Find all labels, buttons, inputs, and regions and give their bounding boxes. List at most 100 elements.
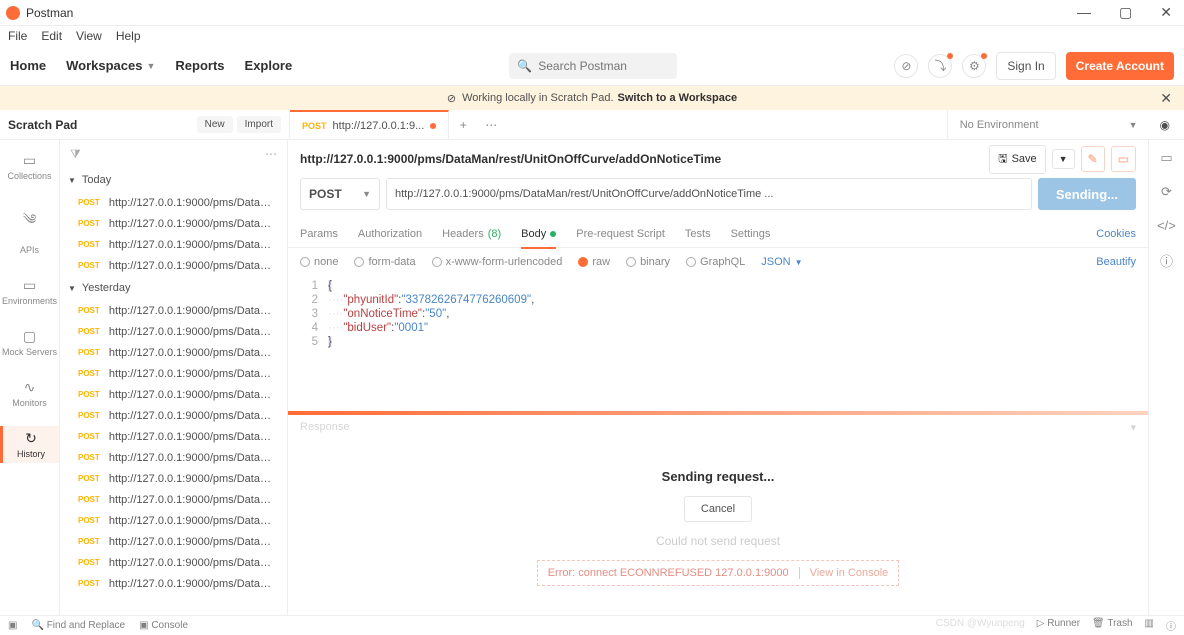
tab-body[interactable]: Body xyxy=(521,220,556,248)
history-item[interactable]: POSThttp://127.0.0.1:9000/pms/DataMa... xyxy=(60,213,287,234)
find-replace[interactable]: 🔍 Find and Replace xyxy=(31,620,125,631)
body-binary[interactable]: binary xyxy=(626,256,670,268)
history-item[interactable]: POSThttp://127.0.0.1:9000/pms/DataMa... xyxy=(60,342,287,363)
cancel-button[interactable]: Cancel xyxy=(684,496,752,522)
could-not-send: Could not send request xyxy=(656,534,780,548)
nav-workspaces[interactable]: Workspaces▼ xyxy=(66,58,155,73)
create-account-button[interactable]: Create Account xyxy=(1066,52,1174,80)
history-item[interactable]: POSThttp://127.0.0.1:9000/pms/DataMa... xyxy=(60,531,287,552)
body-none[interactable]: none xyxy=(300,256,338,268)
history-icon: ↻ xyxy=(25,430,37,447)
search-input[interactable] xyxy=(538,59,668,73)
history-item[interactable]: POSThttp://127.0.0.1:9000/pms/DataMa... xyxy=(60,405,287,426)
banner-close-icon[interactable]: ✕ xyxy=(1160,90,1172,107)
nav-home[interactable]: Home xyxy=(10,58,46,73)
import-button[interactable]: Import xyxy=(237,116,281,133)
console-toggle[interactable]: ▣ Console xyxy=(139,620,188,631)
history-item[interactable]: POSThttp://127.0.0.1:9000/pms/DataMa... xyxy=(60,384,287,405)
tab-prereq[interactable]: Pre-request Script xyxy=(576,220,665,248)
history-item[interactable]: POSThttp://127.0.0.1:9000/pms/DataMa... xyxy=(60,321,287,342)
history-item[interactable]: POSThttp://127.0.0.1:9000/pms/DataMa... xyxy=(60,489,287,510)
body-format-select[interactable]: JSON ▼ xyxy=(761,256,802,268)
tab-auth[interactable]: Authorization xyxy=(358,220,422,248)
history-item[interactable]: POSThttp://127.0.0.1:9000/pms/DataMa... xyxy=(60,192,287,213)
body-raw[interactable]: raw xyxy=(578,256,610,268)
body-xwww[interactable]: x-www-form-urlencoded xyxy=(432,256,563,268)
history-group-today[interactable]: ▼Today xyxy=(60,168,287,192)
nav-collections[interactable]: ▭Collections xyxy=(0,148,59,185)
tab-headers[interactable]: Headers (8) xyxy=(442,220,501,248)
env-quicklook-icon[interactable]: ◉ xyxy=(1160,118,1170,132)
history-group-yesterday[interactable]: ▼Yesterday xyxy=(60,276,287,300)
filter-icon[interactable]: ⧩ xyxy=(70,147,81,162)
tab-menu-icon[interactable]: ⋯ xyxy=(477,118,505,132)
history-item[interactable]: POSThttp://127.0.0.1:9000/pms/DataMa... xyxy=(60,468,287,489)
method-selector[interactable]: POST▼ xyxy=(300,178,380,210)
cookies-link[interactable]: Cookies xyxy=(1096,228,1136,240)
edit-icon[interactable]: ✎ xyxy=(1081,146,1105,172)
help-icon[interactable]: ⓘ xyxy=(1166,618,1176,633)
settings-icon[interactable]: ⚙ xyxy=(962,54,986,78)
history-item[interactable]: POSThttp://127.0.0.1:9000/pms/DataMa... xyxy=(60,552,287,573)
save-button[interactable]: 🖫Save xyxy=(989,145,1045,174)
nav-monitors[interactable]: ∿Monitors xyxy=(0,375,59,412)
nav-reports[interactable]: Reports xyxy=(175,58,224,73)
code-icon[interactable]: </> xyxy=(1157,218,1176,233)
history-item[interactable]: POSThttp://127.0.0.1:9000/pms/DataMa... xyxy=(60,255,287,276)
history-item[interactable]: POSThttp://127.0.0.1:9000/pms/DataMa... xyxy=(60,363,287,384)
runner-toggle[interactable]: ▷ Runner xyxy=(1037,618,1080,633)
body-dot-icon xyxy=(550,231,556,237)
menu-view[interactable]: View xyxy=(76,29,102,43)
nav-environments[interactable]: ▭Environments xyxy=(0,273,59,310)
send-button[interactable]: Sending... xyxy=(1038,178,1136,210)
history-item[interactable]: POSThttp://127.0.0.1:9000/pms/DataMa... xyxy=(60,573,287,594)
nav-apis[interactable]: ༄APIs xyxy=(0,199,59,259)
history-item[interactable]: POSThttp://127.0.0.1:9000/pms/DataMa... xyxy=(60,234,287,255)
tab-settings[interactable]: Settings xyxy=(731,220,771,248)
info-icon[interactable]: ⓘ xyxy=(1160,251,1173,270)
history-list[interactable]: ▼Today POSThttp://127.0.0.1:9000/pms/Dat… xyxy=(60,168,287,615)
invite-icon[interactable]: ⤵ xyxy=(928,54,952,78)
body-form[interactable]: form-data xyxy=(354,256,415,268)
tab-params[interactable]: Params xyxy=(300,220,338,248)
menu-file[interactable]: File xyxy=(8,29,27,43)
tab-tests[interactable]: Tests xyxy=(685,220,711,248)
two-pane-icon[interactable]: ▥ xyxy=(1145,618,1154,633)
more-icon[interactable]: ⋯ xyxy=(265,147,277,161)
nav-mock[interactable]: ▢Mock Servers xyxy=(0,324,59,361)
body-editor[interactable]: 12345 {····"phyunitId":"3378262674776260… xyxy=(288,276,1148,411)
minimize-icon[interactable]: — xyxy=(1077,4,1091,21)
history-item[interactable]: POSThttp://127.0.0.1:9000/pms/DataMa... xyxy=(60,447,287,468)
close-icon[interactable]: ✕ xyxy=(1160,4,1172,21)
comment-icon[interactable]: ▭ xyxy=(1111,146,1136,172)
new-button[interactable]: New xyxy=(197,116,233,133)
save-dropdown[interactable]: ▼ xyxy=(1052,149,1075,169)
environment-selector[interactable]: No Environment ▼ xyxy=(947,110,1150,140)
beautify-link[interactable]: Beautify xyxy=(1096,256,1136,268)
add-tab-button[interactable]: + xyxy=(449,118,477,132)
url-input[interactable]: http://127.0.0.1:9000/pms/DataMan/rest/U… xyxy=(386,178,1032,210)
view-console-link[interactable]: View in Console xyxy=(799,567,889,579)
search-box[interactable]: 🔍 xyxy=(509,53,677,79)
code-area[interactable]: {····"phyunitId":"3378262674776260609",·… xyxy=(328,280,1148,407)
menu-edit[interactable]: Edit xyxy=(41,29,62,43)
maximize-icon[interactable]: ▢ xyxy=(1119,4,1132,21)
sync-off-icon[interactable]: ⊘ xyxy=(894,54,918,78)
switch-workspace-link[interactable]: Switch to a Workspace xyxy=(618,92,738,104)
history-item[interactable]: POSThttp://127.0.0.1:9000/pms/DataMa... xyxy=(60,510,287,531)
nav-history[interactable]: ↻History xyxy=(0,426,59,463)
comments-icon[interactable]: ⟳ xyxy=(1161,184,1172,200)
docs-icon[interactable]: ▭ xyxy=(1160,150,1172,166)
sidebar-toggle-icon[interactable]: ▣ xyxy=(8,620,17,631)
nav-explore[interactable]: Explore xyxy=(245,58,293,73)
sign-in-button[interactable]: Sign In xyxy=(996,52,1055,80)
request-tab[interactable]: POST http://127.0.0.1:9... xyxy=(290,110,449,140)
apis-icon: ༄ xyxy=(23,203,36,243)
history-item[interactable]: POSThttp://127.0.0.1:9000/pms/DataMa... xyxy=(60,426,287,447)
body-graphql[interactable]: GraphQL xyxy=(686,256,745,268)
response-header[interactable]: Response▾ xyxy=(288,415,1148,439)
trash-toggle[interactable]: 🗑 Trash xyxy=(1092,618,1133,633)
history-item[interactable]: POSThttp://127.0.0.1:9000/pms/DataMa... xyxy=(60,300,287,321)
scratch-banner: ⊘ Working locally in Scratch Pad. Switch… xyxy=(0,86,1184,110)
menu-help[interactable]: Help xyxy=(116,29,141,43)
